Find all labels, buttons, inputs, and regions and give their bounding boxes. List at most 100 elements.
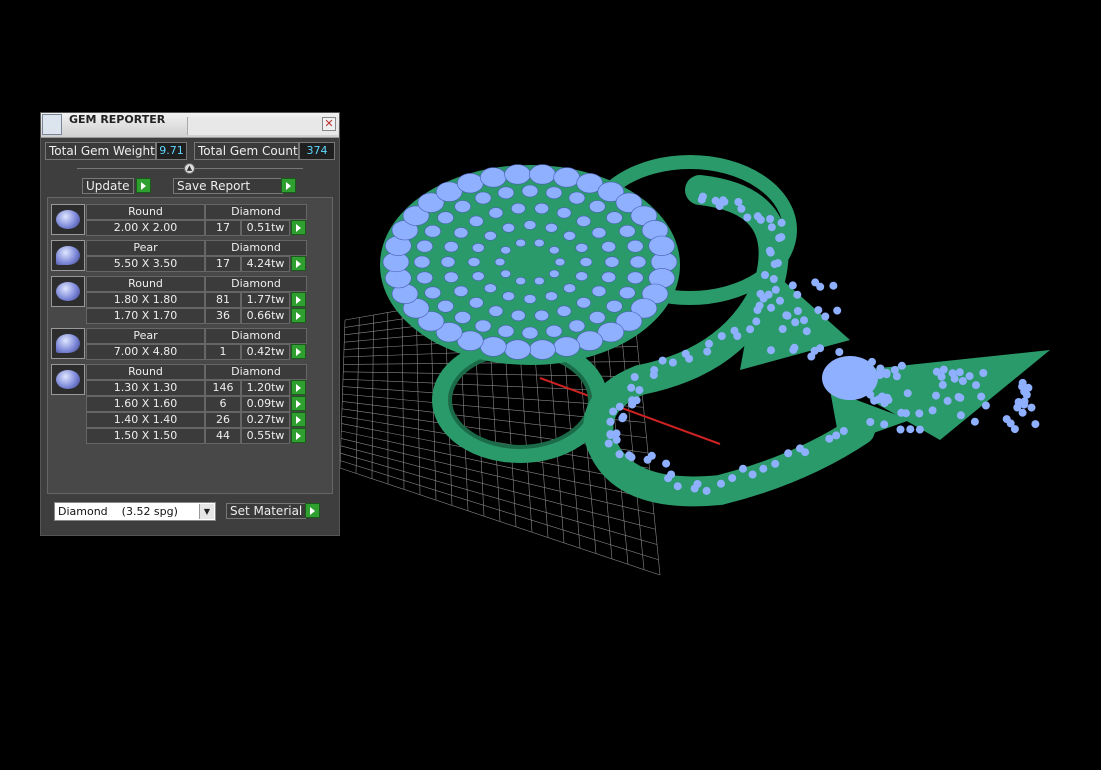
flower-gem — [497, 324, 515, 338]
leaf-gem — [791, 318, 800, 327]
band-gem — [767, 223, 776, 232]
leaf-gem — [767, 346, 775, 355]
update-button[interactable]: Update — [82, 178, 134, 194]
material-select[interactable]: Diamond (3.52 spg) ▼ — [54, 502, 216, 521]
leaf-gem — [955, 368, 964, 377]
flower-gem — [510, 202, 526, 215]
gem-size-cell: 1.80 X 1.80 — [86, 292, 205, 308]
leaf-gem — [771, 285, 780, 294]
flower-gem — [443, 271, 459, 283]
gem-shape-cell: Pear — [86, 328, 205, 344]
flower-gem — [413, 255, 431, 269]
band-gem — [825, 434, 834, 443]
flower-gem — [529, 339, 556, 360]
flower-gem — [471, 271, 485, 282]
select-gems-go-icon[interactable] — [291, 412, 306, 427]
leaf-gem — [868, 357, 876, 366]
band-gem — [667, 470, 676, 479]
round-gem-icon — [51, 276, 85, 307]
gem-size-cell: 1.30 X 1.30 — [86, 380, 205, 396]
gem-size-cell: 1.70 X 1.70 — [86, 308, 205, 324]
flower-gem — [467, 257, 481, 267]
flower-gem — [545, 186, 563, 200]
select-gems-go-icon[interactable] — [291, 344, 306, 359]
select-gems-go-icon[interactable] — [291, 428, 306, 443]
flower-gem — [468, 297, 484, 309]
leaf-gem — [965, 372, 974, 381]
select-gems-go-icon[interactable] — [291, 396, 306, 411]
flower-gem — [588, 200, 606, 213]
band-gem — [728, 474, 737, 483]
leaf-gem — [776, 296, 784, 305]
leaf-gem — [873, 370, 882, 379]
splitter-handle[interactable]: ▲ — [184, 163, 195, 174]
flower-gem — [629, 255, 647, 269]
leaf-gem — [778, 325, 787, 333]
leaf-gem — [938, 380, 947, 389]
band-gem — [771, 459, 780, 468]
select-gems-go-icon[interactable] — [291, 220, 306, 235]
band-gem — [717, 479, 725, 488]
set-material-go-icon[interactable] — [305, 503, 320, 518]
save-report-go-icon[interactable] — [281, 178, 296, 193]
total-gem-weight-value: 9.71 — [156, 142, 187, 160]
leaf-gem — [767, 303, 776, 312]
flower-gem — [588, 311, 606, 324]
gem-size-cell: 1.50 X 1.50 — [86, 428, 205, 444]
flower-gem — [424, 224, 442, 238]
save-report-button[interactable]: Save Report — [173, 178, 283, 194]
band-gem — [801, 448, 810, 457]
flower-gem — [523, 220, 537, 230]
flower-gem — [515, 238, 527, 248]
flower-gem — [579, 257, 593, 267]
leaf-gem — [943, 396, 952, 405]
band-gem — [658, 356, 667, 365]
leaf-gem — [906, 425, 915, 434]
select-gems-go-icon[interactable] — [291, 308, 306, 323]
band-gem — [748, 470, 757, 479]
leaf-gem — [915, 409, 924, 418]
close-icon[interactable]: ✕ — [322, 117, 336, 131]
leaf-gem — [833, 306, 842, 315]
band-gem — [618, 414, 627, 423]
flower-gem — [576, 215, 592, 227]
title-bar[interactable]: GEM REPORTER ✕ — [41, 113, 339, 138]
material-select-value: Diamond (3.52 spg) — [58, 505, 178, 518]
pear-gem-icon — [51, 328, 85, 359]
flower-gem — [601, 241, 617, 253]
flower-gem — [576, 330, 604, 351]
select-gems-go-icon[interactable] — [291, 256, 306, 271]
leaf-gem — [821, 312, 830, 321]
flower-gem — [488, 305, 504, 317]
leaf-gem — [1031, 420, 1040, 429]
leaf-gem — [802, 327, 811, 336]
band-gem — [775, 234, 784, 242]
gem-material-cell: Diamond — [205, 364, 307, 380]
update-go-icon[interactable] — [136, 178, 151, 193]
gem-count-cell: 81 — [205, 292, 241, 308]
set-material-button[interactable]: Set Material — [226, 503, 306, 519]
band-gem — [609, 407, 618, 416]
gem-count-cell: 6 — [205, 396, 241, 412]
gem-count-cell: 146 — [205, 380, 241, 396]
flower-gem — [453, 285, 469, 297]
gem-count-cell: 26 — [205, 412, 241, 428]
chevron-down-icon[interactable]: ▼ — [199, 504, 214, 519]
gem-weight-cell: 0.55tw — [241, 428, 290, 444]
leaf-gem — [1014, 398, 1023, 406]
gem-stone-shape — [56, 282, 80, 301]
band-gem — [693, 480, 702, 488]
flower-gem — [591, 227, 607, 239]
gem-material-cell: Diamond — [205, 204, 307, 220]
leaf-gem — [783, 311, 792, 320]
gem-material-cell: Diamond — [205, 328, 307, 344]
gem-shape-cell: Pear — [86, 240, 205, 256]
flower-gem — [545, 324, 563, 338]
flower-gem — [533, 238, 545, 248]
gem-size-cell: 1.40 X 1.40 — [86, 412, 205, 428]
gem-weight-cell: 0.66tw — [241, 308, 290, 324]
select-gems-go-icon[interactable] — [291, 380, 306, 395]
leaf-gem — [977, 392, 986, 401]
select-gems-go-icon[interactable] — [291, 292, 306, 307]
flower-gem — [648, 235, 676, 256]
